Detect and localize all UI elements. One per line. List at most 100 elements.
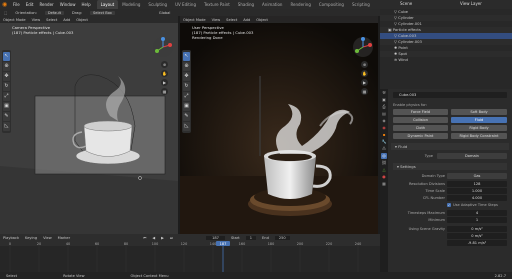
world-tab-icon[interactable]: ◉ [381, 125, 387, 131]
menu-file[interactable]: File [13, 2, 20, 7]
gravity-z-field[interactable]: -9.81 m/s² [447, 240, 507, 246]
physics-rigid-body-button[interactable]: Rigid Body [451, 125, 507, 131]
render-tab-icon[interactable]: ▣ [381, 97, 387, 103]
navigation-gizmo[interactable] [152, 36, 174, 58]
drag-dropdown[interactable]: Select Box [90, 10, 115, 15]
transform-tool-icon[interactable]: ▣ [183, 102, 190, 111]
pan-hand-icon[interactable]: ✋ [361, 70, 368, 77]
marker-menu[interactable]: Marker [58, 236, 70, 240]
object-menu[interactable]: Object [256, 18, 268, 22]
output-tab-icon[interactable]: ⎙ [381, 104, 387, 110]
timeline-ruler[interactable]: 0 20 40 60 80 100 120 140 160 180 200 220 240 187 [0, 241, 380, 272]
end-frame-field[interactable]: 250 [274, 235, 290, 240]
fluid-panel-header[interactable]: ▾ Fluid [391, 143, 509, 150]
view-menu[interactable]: View [43, 236, 52, 240]
zoom-icon[interactable]: ⊕ [161, 61, 168, 68]
select-box-icon[interactable]: ⬚ [4, 11, 7, 15]
measure-tool-icon[interactable]: ◺ [183, 122, 190, 131]
keying-menu[interactable]: Keying [25, 236, 37, 240]
view-layer-tab-icon[interactable]: ▤ [381, 111, 387, 117]
start-frame-field[interactable]: 1 [245, 235, 257, 240]
blender-logo-icon[interactable]: ◉ [2, 1, 10, 8]
physics-rigid-body-constraint-button[interactable]: Rigid Body Constraint [451, 133, 507, 139]
physics-force-field-button[interactable]: Force Field [393, 109, 448, 115]
type-dropdown[interactable]: Domain [437, 153, 507, 159]
scene-selector[interactable]: Scene [400, 1, 412, 6]
physics-soft-body-button[interactable]: Soft Body [451, 109, 507, 115]
settings-panel-header[interactable]: ▾ Settings [393, 163, 507, 170]
adaptive-timesteps-checkbox[interactable]: ✓ [447, 203, 451, 207]
menu-edit[interactable]: Edit [26, 2, 34, 7]
menu-window[interactable]: Window [60, 2, 76, 7]
move-tool-icon[interactable]: ✥ [183, 72, 190, 81]
cursor-tool-icon[interactable]: ⊕ [183, 62, 190, 71]
menu-help[interactable]: Help [81, 2, 90, 7]
select-menu[interactable]: Select [226, 18, 237, 22]
transform-tool-icon[interactable]: ▣ [3, 102, 10, 111]
jump-end-icon[interactable]: ⏭ [170, 236, 173, 240]
gravity-x-field[interactable]: 0 m/s² [447, 226, 507, 232]
object-menu[interactable]: Object [76, 18, 88, 22]
physics-tab-icon[interactable]: ◎ [381, 153, 387, 159]
mode-dropdown[interactable]: Object Mode [183, 18, 206, 22]
physics-dynamic-paint-button[interactable]: Dynamic Paint [393, 133, 448, 139]
add-menu[interactable]: Add [63, 18, 70, 22]
physics-cloth-button[interactable]: Cloth [393, 125, 448, 131]
particles-tab-icon[interactable]: ⁂ [381, 146, 387, 152]
select-menu[interactable]: Select [46, 18, 57, 22]
tab-modeling[interactable]: Modeling [118, 0, 144, 9]
pan-hand-icon[interactable]: ✋ [161, 70, 168, 77]
mode-dropdown[interactable]: Object Mode [3, 18, 26, 22]
timesteps-min-field[interactable]: 1 [447, 217, 507, 223]
orientation-dropdown[interactable]: Default [44, 10, 65, 15]
tab-uv-editing[interactable]: UV Editing [171, 0, 200, 9]
scale-tool-icon[interactable]: ⤢ [183, 92, 190, 101]
gravity-y-field[interactable]: 0 m/s² [447, 233, 507, 239]
tab-rendering[interactable]: Rendering [286, 0, 314, 9]
jump-start-icon[interactable]: ⏮ [143, 236, 146, 240]
domain-type-dropdown[interactable]: Gas [447, 173, 507, 179]
camera-view-icon[interactable]: ▶ [161, 79, 168, 86]
rotate-tool-icon[interactable]: ↻ [3, 82, 10, 91]
object-name-field[interactable]: Cube.003 [393, 92, 507, 98]
camera-view-icon[interactable]: ▶ [361, 79, 368, 86]
tab-sculpting[interactable]: Sculpting [144, 0, 171, 9]
data-tab-icon[interactable]: △ [381, 167, 387, 173]
texture-tab-icon[interactable]: ▦ [381, 181, 387, 187]
add-menu[interactable]: Add [243, 18, 250, 22]
scene-tab-icon[interactable]: ◈ [381, 118, 387, 124]
select-tool-icon[interactable]: ↖ [3, 52, 10, 61]
grid-view-icon[interactable]: ▦ [361, 88, 368, 95]
view-layer-selector[interactable]: View Layer [460, 1, 482, 6]
view-menu[interactable]: View [212, 18, 221, 22]
navigation-gizmo[interactable] [352, 36, 374, 58]
tab-texture-paint[interactable]: Texture Paint [200, 0, 234, 9]
play-icon[interactable]: ▶ [161, 236, 164, 240]
timesteps-max-field[interactable]: 4 [447, 210, 507, 216]
menu-render[interactable]: Render [39, 2, 53, 7]
resolution-field[interactable]: 128 [447, 181, 507, 187]
modifier-tab-icon[interactable]: 🔧 [381, 139, 387, 145]
select-tool-icon[interactable]: ↖ [183, 52, 190, 61]
outliner-row-wind[interactable]: ≋ Wind [380, 57, 512, 63]
viewport-render[interactable]: Object Mode View Select Add Object User … [180, 16, 378, 234]
tab-layout[interactable]: Layout [96, 0, 119, 9]
tab-animation[interactable]: Animation [258, 0, 286, 9]
cfl-number-field[interactable]: 4.000 [447, 195, 507, 201]
move-tool-icon[interactable]: ✥ [3, 72, 10, 81]
playback-menu[interactable]: Playback [3, 236, 19, 240]
annotate-tool-icon[interactable]: ✎ [3, 112, 10, 121]
rotate-tool-icon[interactable]: ↻ [183, 82, 190, 91]
viewport-camera[interactable]: Object Mode View Select Add Object Camer… [0, 16, 178, 234]
global-orientation-dropdown[interactable]: Global [159, 11, 170, 15]
scale-tool-icon[interactable]: ⤢ [3, 92, 10, 101]
zoom-icon[interactable]: ⊕ [361, 61, 368, 68]
material-tab-icon[interactable]: ● [381, 174, 387, 180]
tool-tab-icon[interactable]: ⚒ [381, 90, 387, 96]
annotate-tool-icon[interactable]: ✎ [183, 112, 190, 121]
cursor-tool-icon[interactable]: ⊕ [3, 62, 10, 71]
physics-collision-button[interactable]: Collision [393, 117, 448, 123]
physics-fluid-button[interactable]: Fluid [451, 117, 507, 123]
tab-scripting[interactable]: Scripting [348, 0, 374, 9]
grid-view-icon[interactable]: ▦ [161, 88, 168, 95]
